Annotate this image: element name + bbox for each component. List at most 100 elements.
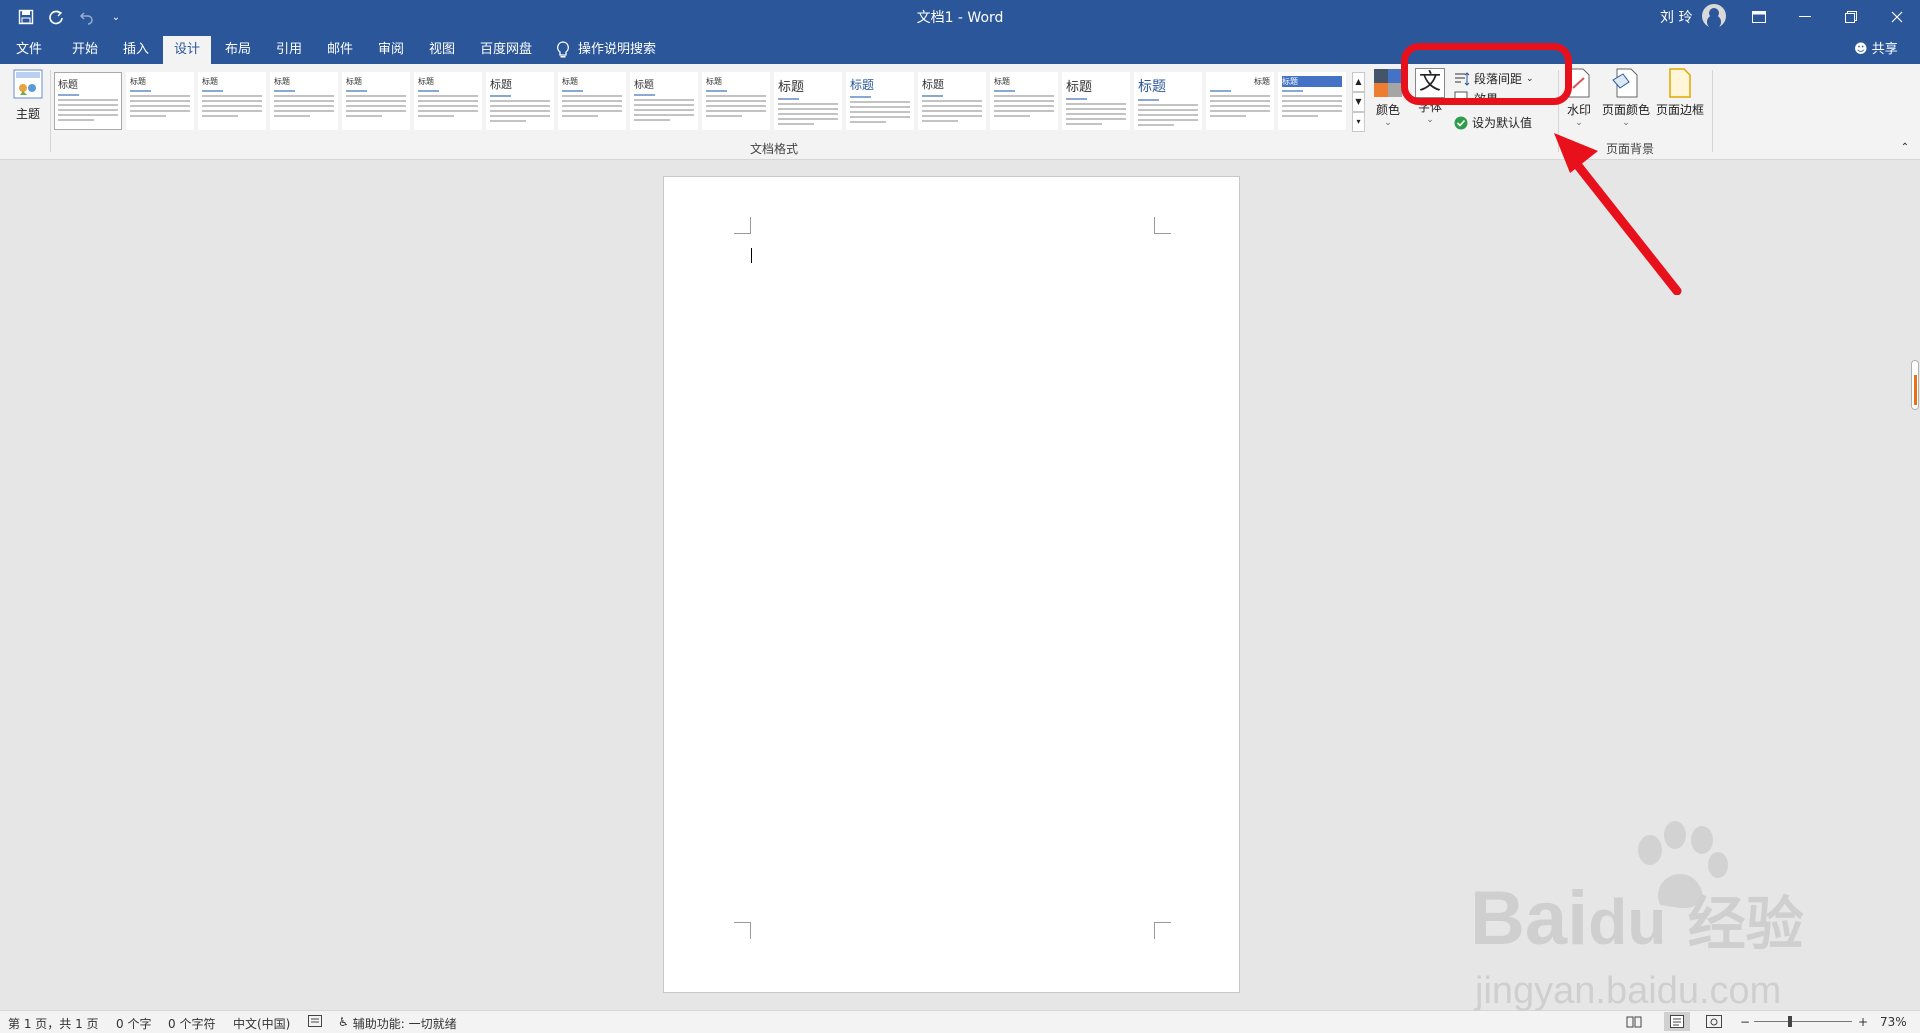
crop-mark-bottom-right — [1154, 922, 1171, 939]
style-set-thumbnail-title: 标题 — [994, 77, 1010, 86]
restore-icon[interactable] — [1828, 0, 1874, 33]
colors-label: 颜色 — [1375, 103, 1400, 117]
style-set-thumbnail-title: 标题 — [274, 77, 290, 86]
style-set-thumbnail[interactable]: 标题 — [414, 72, 482, 130]
crop-mark-top-right — [1154, 217, 1171, 234]
colors-icon — [1374, 69, 1402, 97]
page-borders-icon — [1669, 68, 1691, 98]
style-set-thumbnail[interactable]: 标题 — [846, 72, 914, 130]
lightbulb-icon — [557, 41, 569, 58]
style-set-thumbnail[interactable]: 标题 — [1278, 72, 1346, 130]
page-color-label: 页面颜色 — [1601, 103, 1650, 117]
accessibility-status[interactable]: ♿ 辅助功能: 一切就绪 — [338, 1015, 457, 1032]
tell-me-label: 操作说明搜索 — [578, 42, 657, 57]
style-set-thumbnail-title: 标题 — [418, 77, 434, 86]
tab-layout[interactable]: 布局 — [217, 36, 259, 64]
style-set-thumbnail-title: 标题 — [490, 78, 512, 91]
checkmark-icon — [1454, 116, 1468, 129]
page-color-button[interactable]: 页面颜色 ⌄ — [1600, 68, 1652, 128]
gallery-scroll-up[interactable]: ▲ — [1352, 72, 1365, 92]
style-set-thumbnail-title: 标题 — [1282, 76, 1342, 87]
word-count[interactable]: 0 个字 — [116, 1015, 151, 1032]
title-bar: ⌄ 文档1 - Word 刘 玲 — [0, 0, 1920, 33]
style-set-thumbnail[interactable]: 标题 — [1062, 72, 1130, 130]
tab-insert[interactable]: 插入 — [115, 36, 157, 64]
watermark-brand-2: du — [1588, 886, 1667, 958]
style-set-thumbnail-title: 标题 — [1138, 79, 1166, 95]
tab-references[interactable]: 引用 — [268, 36, 310, 64]
group-label-document-formatting: 文档格式 — [750, 142, 799, 156]
tab-view[interactable]: 视图 — [421, 36, 463, 64]
crop-mark-bottom-left — [734, 922, 751, 939]
style-set-thumbnail[interactable]: 标题 — [774, 72, 842, 130]
watermark-label: 水印 — [1566, 103, 1591, 117]
minimize-icon[interactable] — [1782, 0, 1828, 33]
style-set-thumbnail[interactable]: 标题 — [702, 72, 770, 130]
style-set-thumbnail[interactable]: 标题 — [126, 72, 194, 130]
themes-label: 主题 — [15, 107, 40, 121]
watermark-cn: 经验 — [1687, 890, 1804, 958]
baidu-watermark: Baidu 经验 jingyan.baidu.com — [1470, 820, 1830, 1020]
style-set-thumbnail[interactable]: 标题 — [1134, 72, 1202, 130]
watermark-brand: Bai — [1470, 876, 1589, 961]
document-page[interactable] — [663, 176, 1240, 993]
style-set-thumbnail[interactable]: 标题 — [198, 72, 266, 130]
page-borders-button[interactable]: 页面边框 — [1654, 68, 1706, 118]
set-as-default-label: 设为默认值 — [1472, 116, 1533, 130]
language[interactable]: 中文(中国) — [233, 1015, 290, 1032]
page-color-icon — [1612, 68, 1638, 98]
tab-review[interactable]: 审阅 — [370, 36, 412, 64]
page-count[interactable]: 第 1 页，共 1 页 — [8, 1015, 99, 1032]
style-set-thumbnail-title: 标题 — [850, 78, 875, 92]
gallery-more-icon[interactable]: ▾ — [1352, 112, 1365, 132]
close-icon[interactable] — [1874, 0, 1920, 33]
tab-design[interactable]: 设计 — [163, 36, 211, 64]
style-set-thumbnail-title: 标题 — [58, 80, 78, 91]
style-set-thumbnail[interactable]: 标题 — [1206, 72, 1274, 130]
zoom-in-button[interactable]: + — [1858, 1015, 1868, 1029]
themes-button[interactable]: 主题 — [8, 68, 48, 122]
style-set-thumbnail[interactable]: 标题 — [558, 72, 626, 130]
style-set-thumbnail[interactable]: 标题 — [270, 72, 338, 130]
style-set-thumbnail-title: 标题 — [778, 80, 805, 95]
style-set-thumbnail-title: 标题 — [562, 77, 578, 86]
style-set-thumbnail[interactable]: 标题 — [54, 72, 122, 130]
style-set-thumbnail-title: 标题 — [1254, 77, 1270, 86]
user-name[interactable]: 刘 玲 — [1660, 7, 1692, 27]
char-count[interactable]: 0 个字符 — [168, 1015, 215, 1032]
style-set-thumbnail-title: 标题 — [202, 77, 218, 86]
macro-record-icon[interactable] — [308, 1015, 322, 1030]
avatar[interactable] — [1702, 4, 1726, 28]
style-set-gallery: 标题 标题 标题 标题 标题 标题 标题 标题 标题 标题 标题 标题 标题 标题 标题 标题 标题 标题 — [52, 64, 1354, 140]
style-set-thumbnail-title: 标题 — [1066, 80, 1093, 95]
tell-me-search[interactable]: 操作说明搜索 — [556, 36, 656, 64]
ribbon-display-options-icon[interactable] — [1736, 0, 1782, 33]
share-button[interactable]: ☻ 共享 — [1854, 36, 1898, 64]
tab-home[interactable]: 开始 — [64, 36, 106, 64]
tab-mailings[interactable]: 邮件 — [319, 36, 361, 64]
style-set-thumbnail[interactable]: 标题 — [918, 72, 986, 130]
zoom-slider[interactable] — [1754, 1016, 1852, 1027]
vertical-scrollbar-thumb[interactable] — [1911, 360, 1919, 410]
style-set-thumbnail[interactable]: 标题 — [630, 72, 698, 130]
style-set-thumbnail-title: 标题 — [130, 77, 146, 86]
collapse-ribbon-icon[interactable]: ⌃ — [1898, 142, 1912, 153]
tab-file[interactable]: 文件 — [8, 36, 50, 64]
gallery-scroll-down[interactable]: ▼ — [1352, 92, 1365, 112]
text-cursor — [751, 248, 752, 263]
red-arrow-icon — [1554, 133, 1682, 295]
share-label: 共享 — [1871, 42, 1898, 57]
style-set-thumbnail-title: 标题 — [634, 80, 654, 91]
style-set-thumbnail-title: 标题 — [346, 77, 362, 86]
document-title: 文档1 - Word — [916, 10, 1004, 26]
zoom-level[interactable]: 73% — [1880, 1015, 1907, 1029]
page-borders-label: 页面边框 — [1655, 103, 1704, 117]
ribbon-tabs: 文件 开始 插入 设计 布局 引用 邮件 审阅 视图 百度网盘 操作说明搜索 ☻… — [0, 33, 1920, 64]
tab-baidu-netdisk[interactable]: 百度网盘 — [474, 36, 538, 64]
style-set-thumbnail[interactable]: 标题 — [486, 72, 554, 130]
style-set-thumbnail[interactable]: 标题 — [990, 72, 1058, 130]
accessibility-label: 辅助功能: 一切就绪 — [352, 1017, 457, 1031]
style-set-thumbnail[interactable]: 标题 — [342, 72, 410, 130]
watermark-url: jingyan.baidu.com — [1475, 970, 1782, 1012]
style-set-thumbnail-title: 标题 — [922, 78, 944, 91]
